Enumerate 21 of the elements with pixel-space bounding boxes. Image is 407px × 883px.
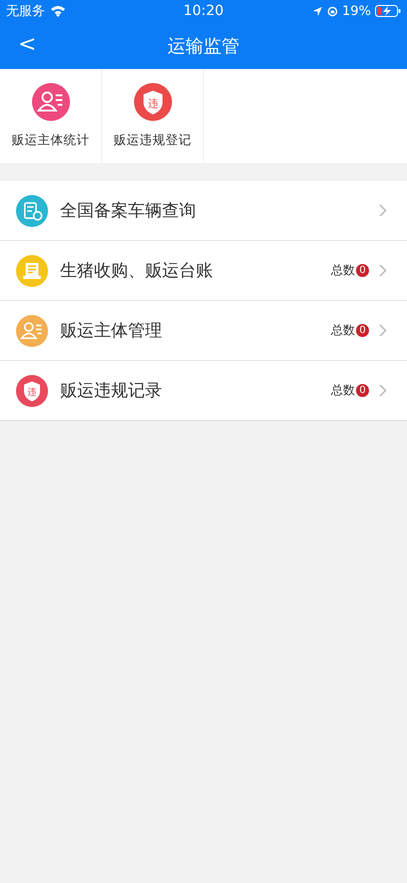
wifi-icon [50,5,66,17]
shield-icon: 违 [16,374,48,406]
total-label: 总数 [331,382,355,399]
shield-icon: 违 [134,83,172,121]
chevron-right-icon [379,324,387,337]
location-icon [312,6,324,16]
lock-rotation-icon [327,6,338,16]
carrier-text: 无服务 [6,3,45,20]
time-text: 10:20 [183,3,224,19]
battery-percent: 19% [342,4,371,18]
total-label: 总数 [331,322,355,339]
chevron-right-icon [379,204,387,217]
battery-icon [375,5,401,17]
count-badge: 0 [356,324,369,337]
count-badge: 0 [356,264,369,277]
page-title: 运输监管 [168,34,240,58]
chevron-right-icon [379,264,387,277]
total-label: 总数 [331,262,355,279]
chevron-right-icon [379,384,387,397]
back-button[interactable]: < [10,30,44,59]
count-badge: 0 [356,384,369,397]
